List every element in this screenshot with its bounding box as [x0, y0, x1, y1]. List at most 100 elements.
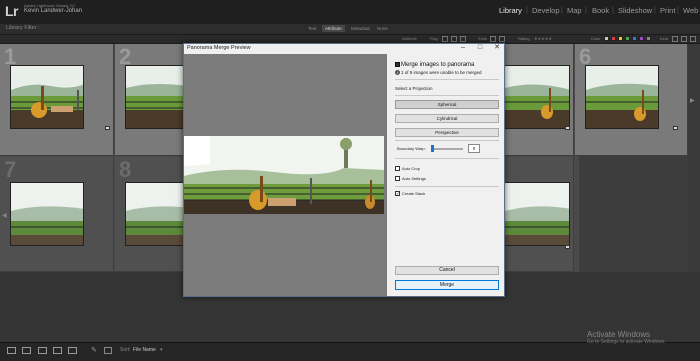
- photo-thumbnail[interactable]: [504, 65, 570, 129]
- module-separator: |: [654, 7, 656, 14]
- flag-pick-icon[interactable]: [442, 36, 448, 42]
- activate-windows-subtitle: Go to Settings to activate Windows.: [587, 339, 666, 345]
- lightroom-logo: Lr: [5, 3, 19, 19]
- divider: [395, 95, 499, 96]
- user-name: Kevin Landwer-Johan: [24, 8, 83, 14]
- grid-cell[interactable]: 7: [0, 157, 114, 272]
- module-book[interactable]: Book: [592, 6, 609, 15]
- module-separator: |: [585, 7, 587, 14]
- stack-badge-icon[interactable]: [673, 126, 678, 130]
- grid-cell[interactable]: 1: [0, 44, 114, 156]
- dialog-title: Panorama Merge Preview: [187, 45, 251, 51]
- activate-windows-title: Activate Windows: [587, 330, 651, 339]
- boundary-warp-slider[interactable]: [431, 148, 463, 150]
- module-separator: |: [526, 7, 528, 14]
- create-stack-checkbox[interactable]: ✓: [395, 191, 400, 196]
- color-swatch-green[interactable]: [625, 36, 630, 41]
- photo-thumbnail[interactable]: [10, 65, 84, 129]
- module-slideshow[interactable]: Slideshow: [618, 6, 652, 15]
- filter-tab-attribute[interactable]: Attribute: [322, 25, 345, 32]
- rating-label: Rating: [518, 36, 530, 41]
- boundary-warp-label: Boundary Warp:: [397, 146, 426, 151]
- color-label: Color: [591, 36, 601, 41]
- unedited-icon[interactable]: [499, 36, 505, 42]
- panorama-icon: [395, 62, 400, 67]
- stack-badge-icon[interactable]: [565, 245, 570, 249]
- library-filter-title: Library Filter :: [6, 25, 40, 31]
- maximize-icon[interactable]: □: [472, 43, 488, 53]
- painter-icon[interactable]: ✎: [91, 346, 97, 354]
- module-map[interactable]: Map: [567, 6, 582, 15]
- filter-tab-text[interactable]: Text: [305, 25, 319, 32]
- stack-badge-icon[interactable]: [565, 126, 570, 130]
- color-swatch-red[interactable]: [611, 36, 616, 41]
- panel-right-arrow-icon[interactable]: ▶: [690, 97, 695, 104]
- module-separator: |: [677, 7, 679, 14]
- photo-thumbnail[interactable]: [585, 65, 659, 129]
- grid-scrollbar[interactable]: [688, 44, 700, 272]
- auto-settings-checkbox[interactable]: [395, 176, 400, 181]
- module-develop[interactable]: Develop: [532, 6, 560, 15]
- module-print[interactable]: Print: [660, 6, 675, 15]
- cylindrical-button[interactable]: Cylindrical: [395, 114, 499, 123]
- merge-warning: 1 of 9 images were unable to be merged: [401, 70, 482, 75]
- rating-stars-icon[interactable]: ★★★★★: [534, 36, 552, 41]
- photo-thumbnail[interactable]: [504, 182, 570, 246]
- flag-unflagged-icon[interactable]: [451, 36, 457, 42]
- auto-crop-label: Auto Crop: [402, 166, 421, 171]
- module-web[interactable]: Web: [683, 6, 698, 15]
- compare-view-icon[interactable]: [38, 347, 47, 354]
- info-icon: i: [395, 70, 400, 75]
- divider: [395, 140, 499, 141]
- filter-tab-metadata[interactable]: Metadata: [348, 25, 373, 32]
- auto-crop-checkbox[interactable]: [395, 166, 400, 171]
- attribute-label: Attribute: [402, 36, 417, 41]
- module-library[interactable]: Library: [499, 6, 522, 15]
- flag-rejected-icon[interactable]: [460, 36, 466, 42]
- filter-tab-none[interactable]: None: [374, 25, 391, 32]
- kind-video-icon[interactable]: [690, 36, 696, 42]
- merge-button[interactable]: Merge: [395, 280, 499, 290]
- panel-left-arrow-icon[interactable]: ◀: [2, 212, 7, 219]
- flag-label: Flag: [430, 36, 438, 41]
- merge-heading: Merge images to panorama: [401, 62, 475, 68]
- edits-label: Edits: [478, 36, 487, 41]
- close-icon[interactable]: ✕: [489, 43, 505, 53]
- color-swatch-blue[interactable]: [632, 36, 637, 41]
- cell-number: 7: [4, 157, 17, 182]
- panorama-preview-image: [184, 136, 384, 216]
- auto-settings-label: Auto Settings: [402, 176, 426, 181]
- cancel-button[interactable]: Cancel: [395, 266, 499, 275]
- kind-virtual-icon[interactable]: [681, 36, 687, 42]
- stack-badge-icon[interactable]: [105, 126, 110, 130]
- kind-label: Kind: [660, 36, 669, 41]
- survey-view-icon[interactable]: [53, 347, 62, 354]
- module-separator: |: [612, 7, 614, 14]
- color-swatch[interactable]: [604, 36, 609, 41]
- divider: [395, 79, 499, 80]
- kind-master-icon[interactable]: [672, 36, 678, 42]
- sort-direction-icon[interactable]: [104, 347, 112, 354]
- color-swatch-purple[interactable]: [639, 36, 644, 41]
- projection-label: Select a Projection: [395, 86, 433, 91]
- minimize-icon[interactable]: –: [455, 43, 471, 53]
- spherical-button[interactable]: Spherical: [395, 100, 499, 109]
- grid-view-icon[interactable]: [7, 347, 16, 354]
- divider: [395, 158, 499, 159]
- photo-thumbnail[interactable]: [10, 182, 84, 246]
- color-swatch-other[interactable]: [646, 36, 651, 41]
- module-separator: |: [561, 7, 563, 14]
- boundary-warp-slider-thumb[interactable]: [431, 145, 434, 152]
- sort-select[interactable]: File Name: [133, 347, 156, 353]
- loupe-view-icon[interactable]: [22, 347, 31, 354]
- create-stack-label: Create Stack: [402, 191, 426, 196]
- people-view-icon[interactable]: [68, 347, 77, 354]
- edited-icon[interactable]: [490, 36, 496, 42]
- sort-label: Sort:: [120, 347, 131, 353]
- divider: [395, 186, 499, 187]
- chevron-down-icon[interactable]: ▾: [160, 347, 163, 353]
- boundary-warp-value[interactable]: 0: [468, 144, 480, 153]
- perspective-button[interactable]: Perspective: [395, 128, 499, 137]
- color-swatch-yellow[interactable]: [618, 36, 623, 41]
- grid-cell[interactable]: 6: [575, 44, 688, 156]
